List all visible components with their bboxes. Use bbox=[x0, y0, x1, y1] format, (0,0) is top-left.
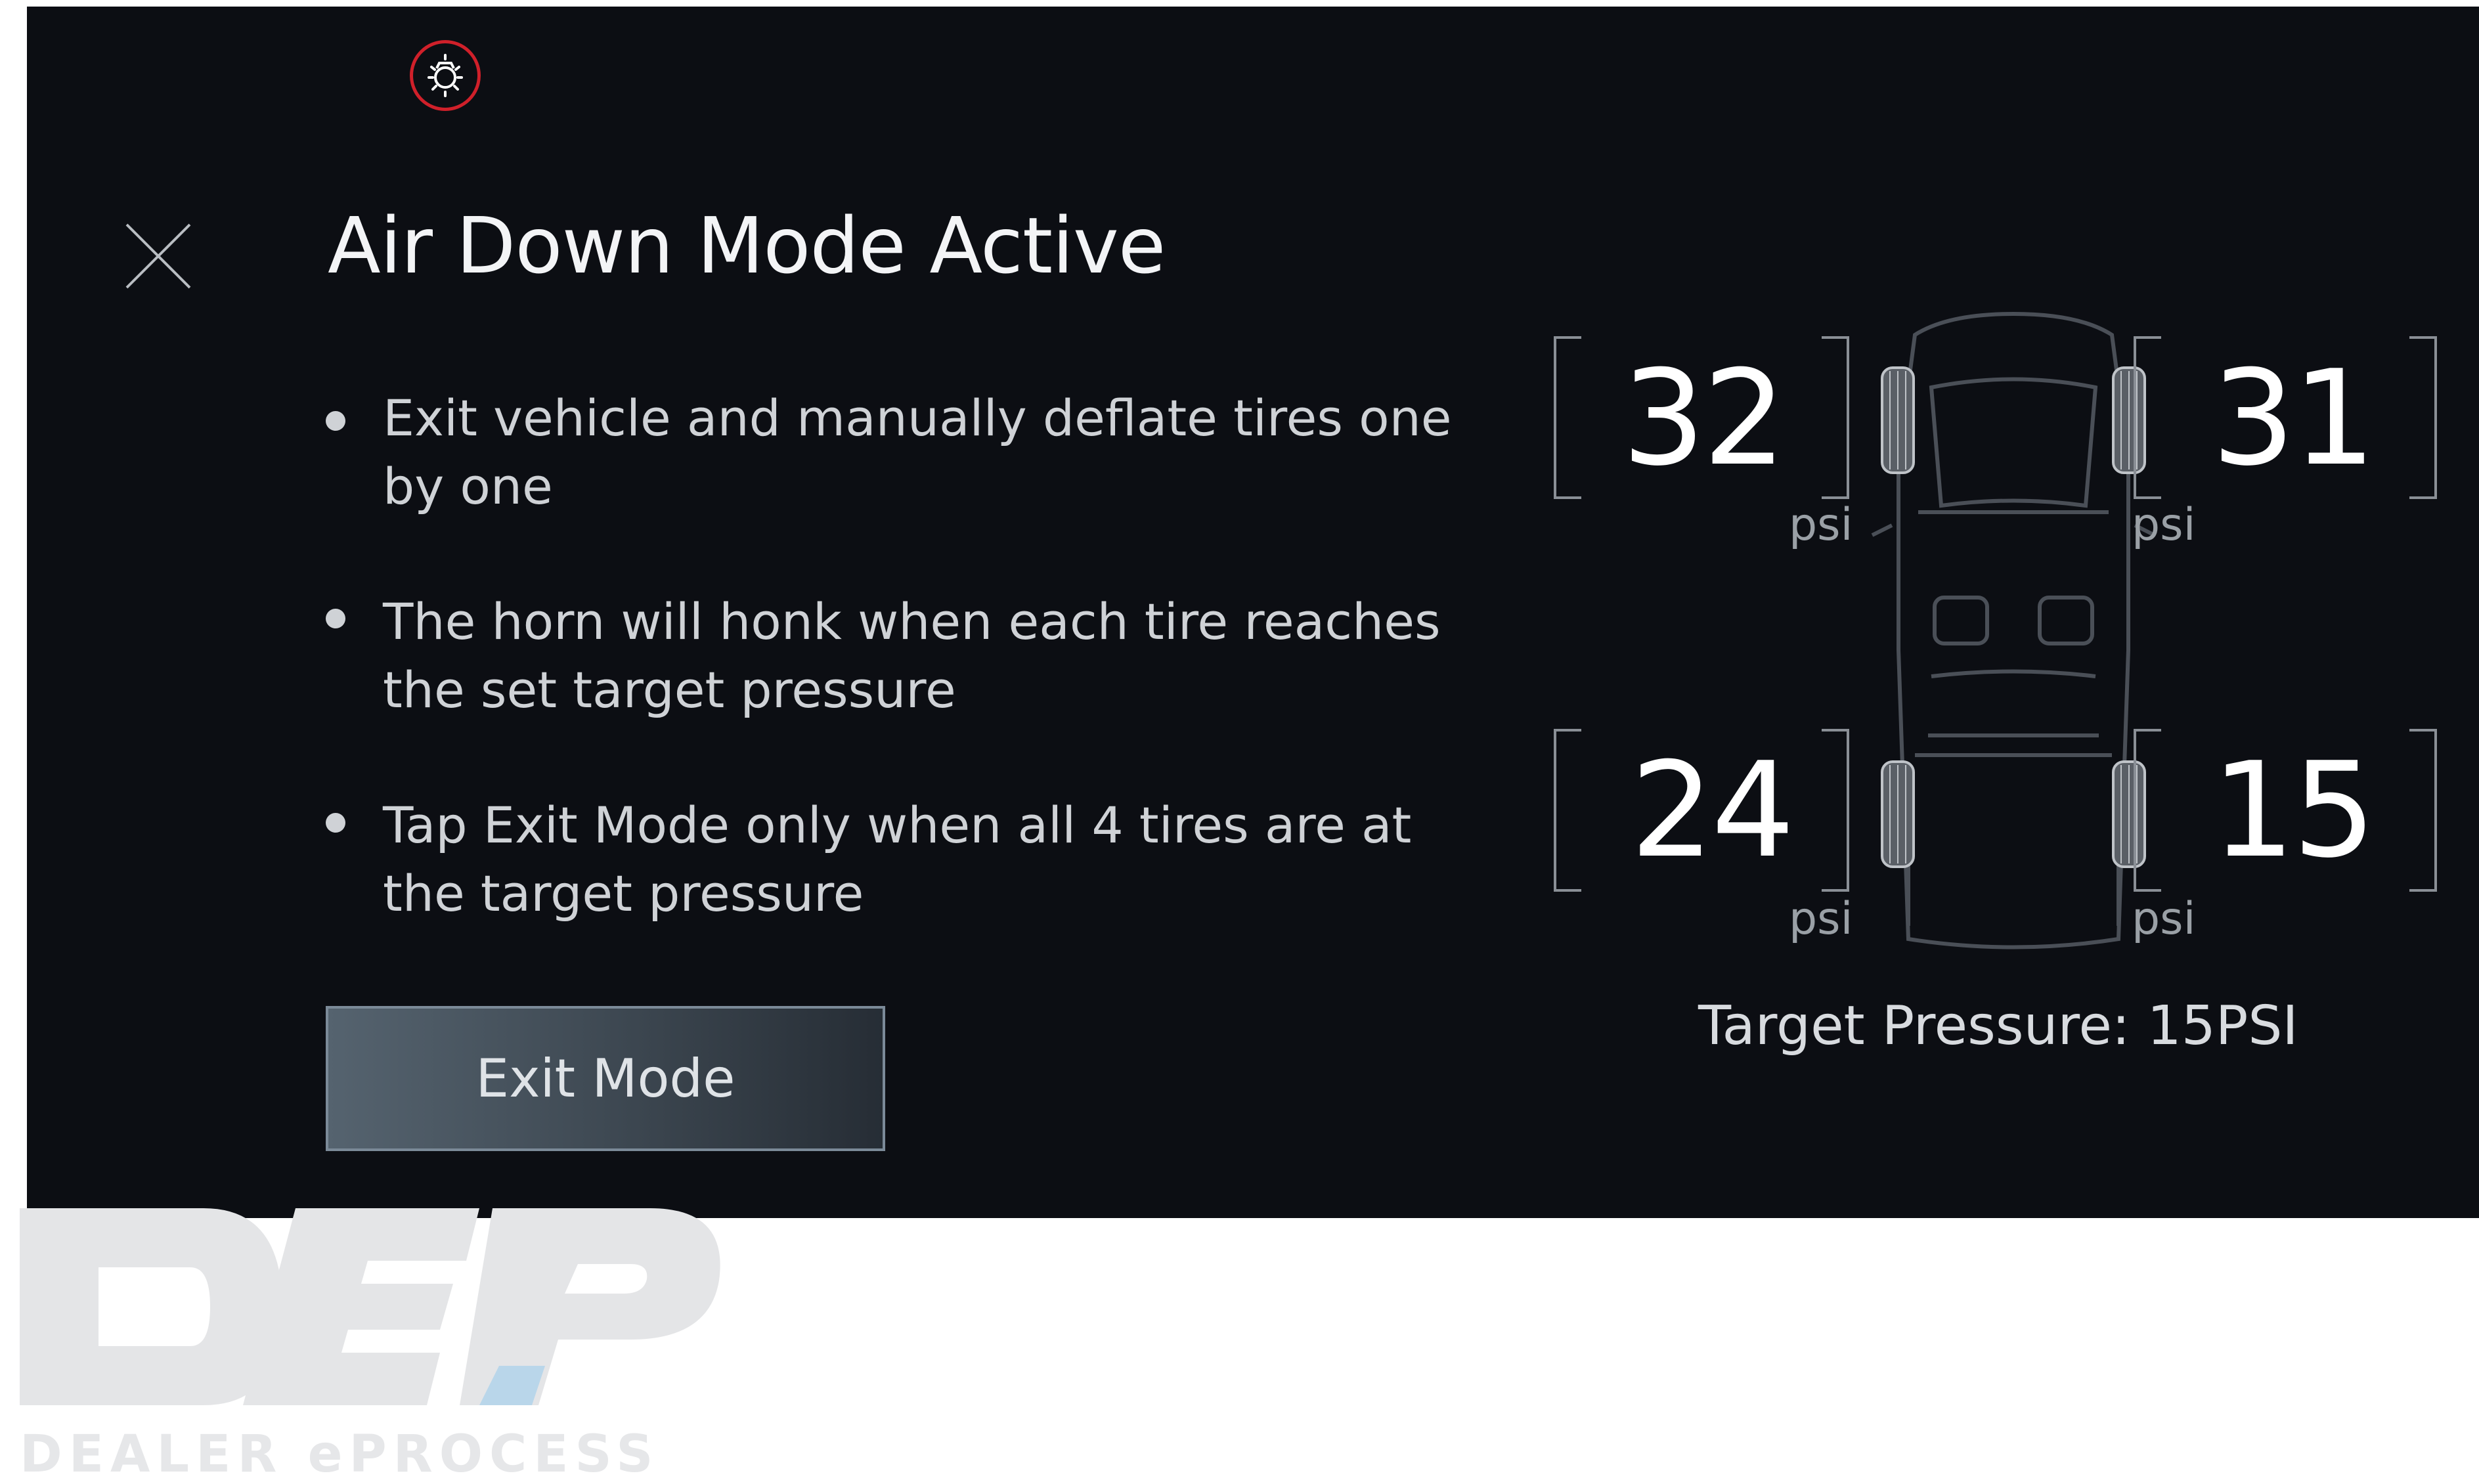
tire-rear-right-pressure: 15 bbox=[2211, 734, 2377, 887]
bullet-dot bbox=[326, 411, 345, 431]
bracket bbox=[1554, 729, 1581, 892]
target-pressure-label: Target Pressure: 15PSI bbox=[1698, 995, 2298, 1057]
tire-front-left-unit: psi bbox=[1789, 499, 1853, 551]
tire-rear-left-unit: psi bbox=[1789, 893, 1853, 945]
vehicle-top-view-icon bbox=[1871, 311, 2156, 949]
bullet-dot bbox=[326, 609, 345, 628]
close-icon[interactable] bbox=[125, 223, 191, 289]
bracket bbox=[2409, 336, 2437, 499]
page-title: Air Down Mode Active bbox=[328, 200, 1166, 291]
tire-rear-left-pressure: 24 bbox=[1630, 734, 1795, 887]
instruction-3: Tap Exit Mode only when all 4 tires are … bbox=[383, 796, 1412, 923]
tire-pressure-warning-icon bbox=[410, 40, 481, 111]
tire-front-right-pressure: 31 bbox=[2211, 342, 2377, 495]
instruction-2: The horn will honk when each tire reache… bbox=[383, 592, 1441, 719]
bullet-dot bbox=[326, 813, 345, 833]
tire-rear-right-unit: psi bbox=[2132, 893, 2196, 945]
air-down-screen: Air Down Mode Active Exit vehicle and ma… bbox=[27, 7, 2479, 1218]
bracket bbox=[2409, 729, 2437, 892]
bracket bbox=[1554, 336, 1581, 499]
instruction-1: Exit vehicle and manually deflate tires … bbox=[383, 389, 1452, 515]
tire-front-right-unit: psi bbox=[2132, 499, 2196, 551]
tire-front-left-pressure: 32 bbox=[1621, 342, 1787, 495]
bracket bbox=[1822, 336, 1849, 499]
bracket bbox=[2134, 729, 2161, 892]
bracket bbox=[2134, 336, 2161, 499]
exit-mode-button[interactable]: Exit Mode bbox=[326, 1006, 885, 1151]
